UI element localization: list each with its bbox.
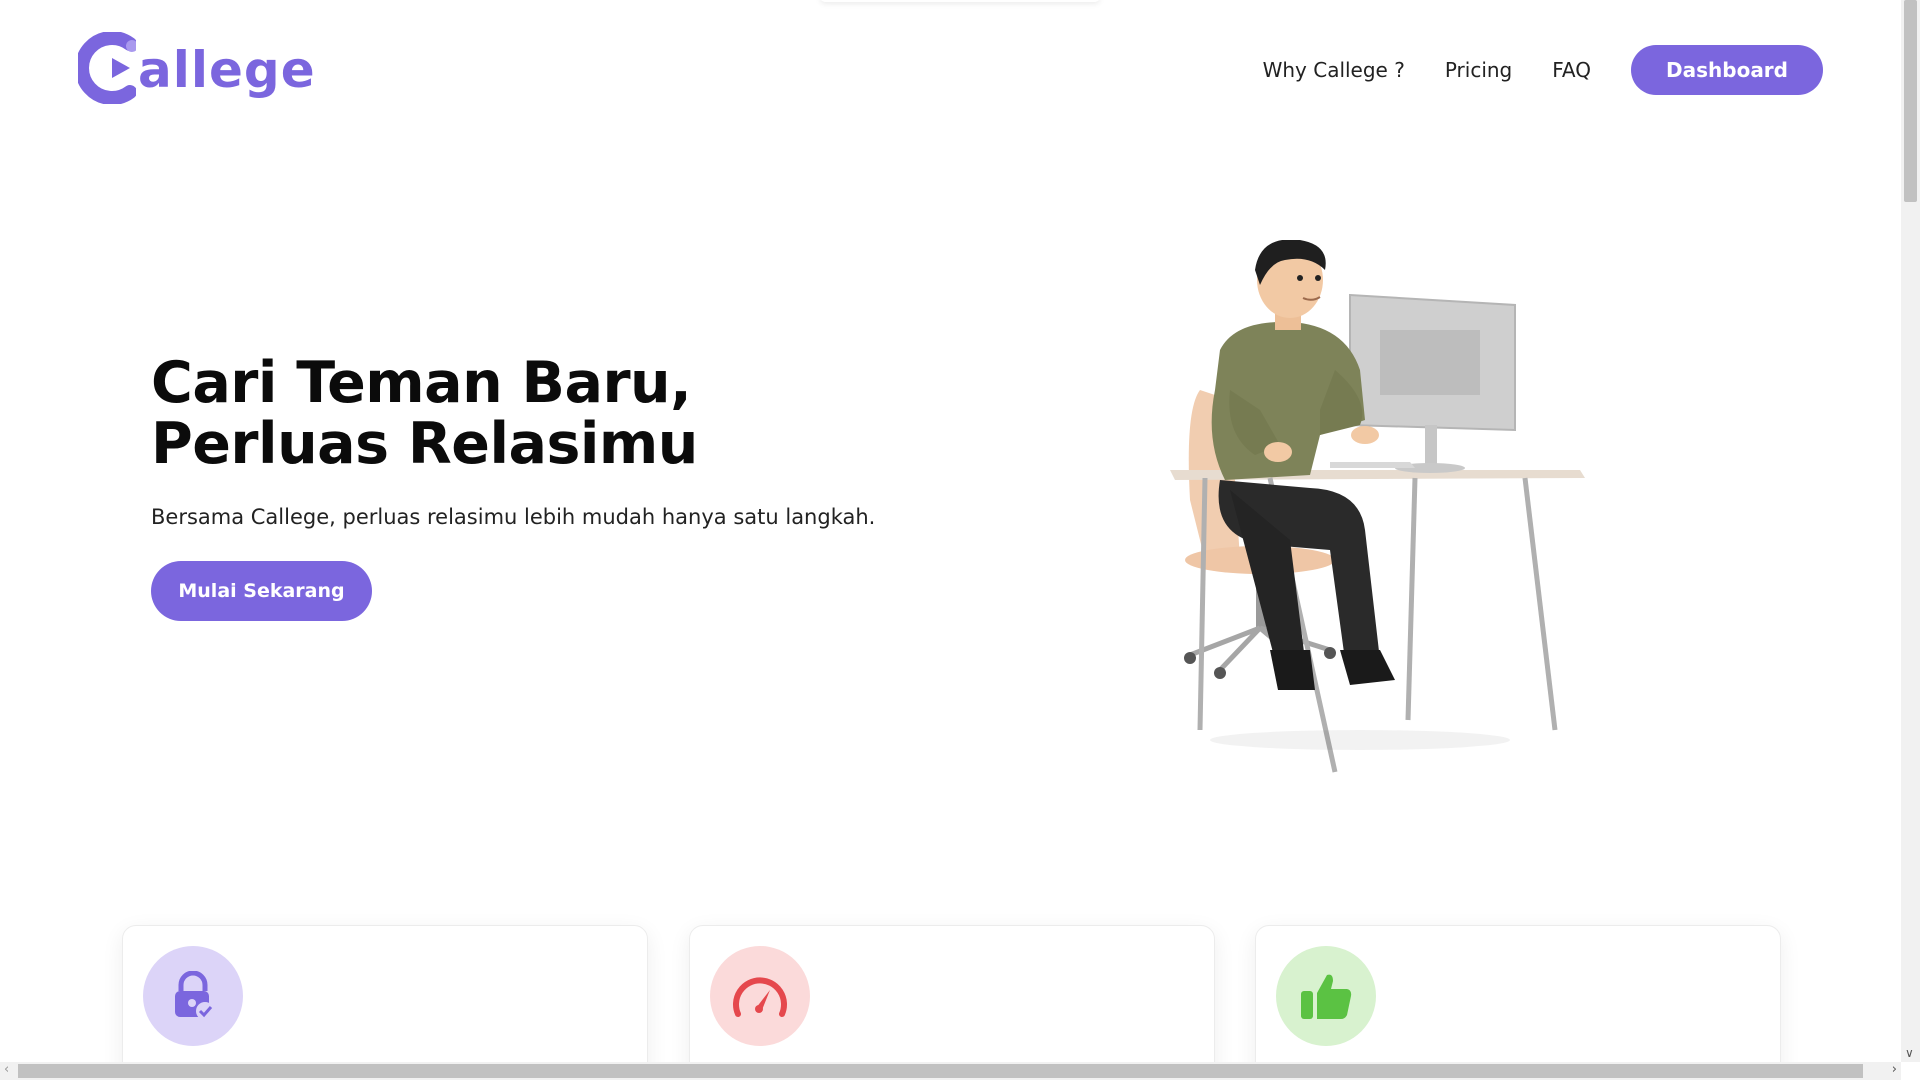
start-now-button[interactable]: Mulai Sekarang: [151, 561, 372, 621]
scroll-down-arrow-icon[interactable]: ∨: [1905, 1046, 1914, 1060]
hero-section: Cari Teman Baru, Perluas Relasimu Bersam…: [151, 353, 911, 621]
feature-card-quality: [1255, 925, 1781, 1062]
lock-check-icon: [143, 946, 243, 1046]
nav-faq[interactable]: FAQ: [1552, 58, 1591, 82]
thumbs-up-icon: [1276, 946, 1376, 1046]
speedometer-icon: [710, 946, 810, 1046]
nav-why-callege[interactable]: Why Callege ?: [1263, 58, 1405, 82]
logo-c-icon: [75, 31, 138, 105]
person-at-desk-illustration: [1160, 239, 1600, 785]
top-decoration: [820, 0, 1100, 2]
top-navigation: Why Callege ? Pricing FAQ Dashboard: [1263, 44, 1823, 96]
hero-subtitle: Bersama Callege, perluas relasimu lebih …: [151, 505, 876, 529]
vertical-scrollbar[interactable]: ∨: [1901, 0, 1920, 1062]
dashboard-button[interactable]: Dashboard: [1631, 45, 1823, 95]
logo-wordmark: allege: [138, 41, 316, 99]
scroll-left-arrow-icon[interactable]: ‹: [4, 1062, 9, 1077]
feature-card-security: [122, 925, 648, 1062]
hero-title: Cari Teman Baru, Perluas Relasimu: [151, 350, 698, 477]
vertical-scroll-thumb[interactable]: [1904, 0, 1917, 202]
nav-pricing[interactable]: Pricing: [1445, 58, 1512, 82]
feature-card-speed: [689, 925, 1215, 1062]
scroll-right-arrow-icon[interactable]: ›: [1892, 1062, 1897, 1077]
landing-page: allege Why Callege ? Pricing FAQ Dashboa…: [0, 0, 1901, 1062]
brand-logo[interactable]: allege: [75, 30, 316, 106]
horizontal-scrollbar[interactable]: ‹ ›: [0, 1062, 1901, 1080]
horizontal-scroll-thumb[interactable]: [18, 1064, 1863, 1078]
